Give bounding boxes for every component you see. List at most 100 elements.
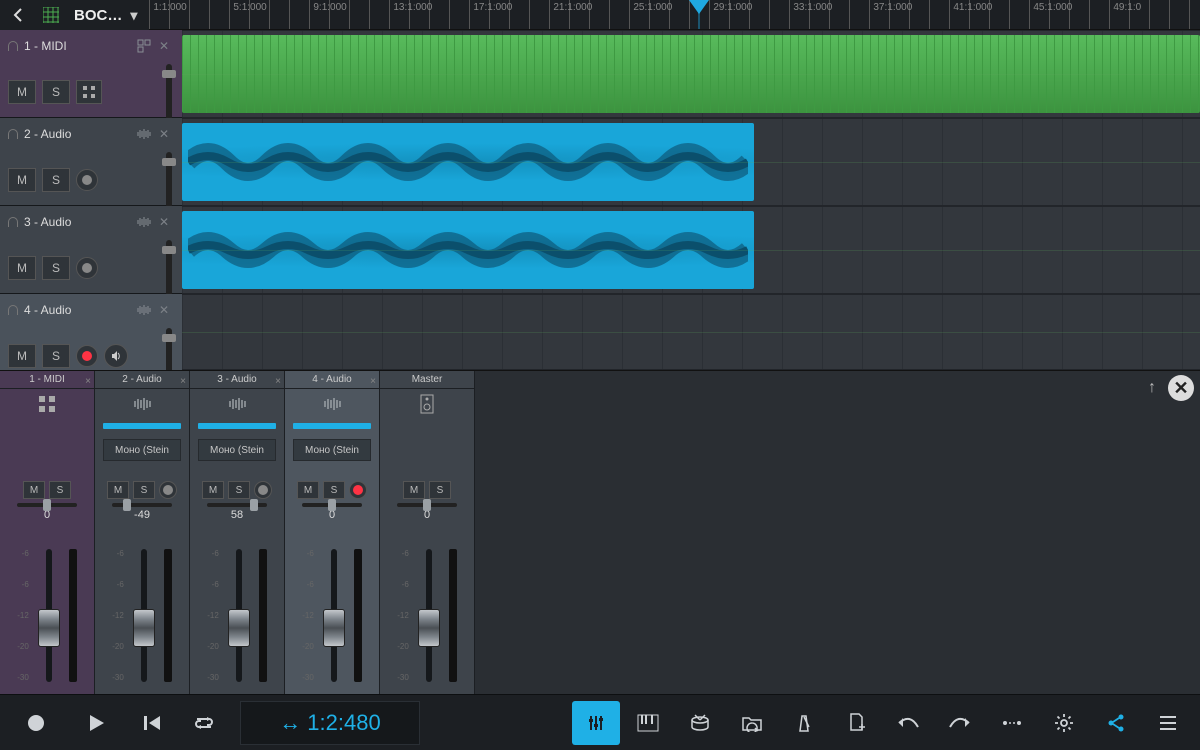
arm-record-button[interactable] (76, 169, 98, 191)
mixer-channel[interactable]: 1 - MIDI× M S 0 -6-6-12-20-30 (0, 371, 95, 694)
mixer-channel[interactable]: 3 - Audio× Моно (Stein M S 58 -6-6-12-20… (190, 371, 285, 694)
waveform-icon[interactable] (134, 124, 154, 144)
solo-button[interactable]: S (323, 481, 345, 499)
loop-button[interactable] (180, 701, 228, 745)
track-volume-slider[interactable] (166, 240, 172, 296)
track-header[interactable]: 4 - Audio ✕ M S (0, 294, 182, 382)
mixer-view-button[interactable] (572, 701, 620, 745)
mute-button[interactable]: M (403, 481, 425, 499)
volume-fader[interactable] (35, 549, 63, 682)
settings-button[interactable] (1040, 701, 1088, 745)
piano-button[interactable] (624, 701, 672, 745)
close-icon[interactable]: ✕ (154, 300, 174, 320)
ruler-label: 21:1:000 (553, 2, 592, 13)
time-position-display[interactable]: ↔ 1:2:480 (240, 701, 420, 745)
solo-button[interactable]: S (42, 344, 70, 368)
pan-slider[interactable] (397, 503, 457, 507)
solo-button[interactable]: S (42, 80, 70, 104)
send-label[interactable]: Моно (Stein (103, 439, 181, 461)
send-label[interactable]: Моно (Stein (198, 439, 276, 461)
mute-button[interactable]: M (8, 168, 36, 192)
close-icon[interactable]: × (370, 373, 376, 391)
mixer-channel[interactable]: 4 - Audio× Моно (Stein M S 0 -6-6-12-20-… (285, 371, 380, 694)
metronome-button[interactable] (780, 701, 828, 745)
solo-button[interactable]: S (42, 168, 70, 192)
mixer-channel[interactable]: 2 - Audio× Моно (Stein M S -49 -6-6-12-2… (95, 371, 190, 694)
arm-record-button[interactable] (76, 345, 98, 367)
solo-button[interactable]: S (228, 481, 250, 499)
drums-button[interactable] (676, 701, 724, 745)
record-button[interactable] (8, 701, 64, 745)
timeline-ruler[interactable]: 1:1:0005:1:0009:1:00013:1:00017:1:00021:… (149, 0, 1200, 30)
send-label[interactable]: Моно (Stein (293, 439, 371, 461)
close-icon[interactable]: × (85, 373, 91, 391)
qr-icon[interactable] (134, 36, 154, 56)
redo-button[interactable] (936, 701, 984, 745)
share-button[interactable] (1092, 701, 1140, 745)
back-button[interactable] (0, 0, 36, 30)
mute-button[interactable]: M (8, 256, 36, 280)
volume-fader[interactable] (415, 549, 443, 682)
headphone-icon (8, 217, 18, 227)
pan-slider[interactable] (302, 503, 362, 507)
pan-slider[interactable] (112, 503, 172, 507)
close-icon[interactable]: × (180, 373, 186, 391)
volume-fader[interactable] (225, 549, 253, 682)
arm-record-button[interactable] (76, 257, 98, 279)
track-lanes[interactable] (182, 30, 1200, 370)
mute-button[interactable]: M (297, 481, 319, 499)
chevron-down-icon: ▾ (130, 7, 137, 24)
close-icon[interactable]: ✕ (154, 36, 174, 56)
audio-clip[interactable] (182, 123, 754, 201)
mute-button[interactable]: M (23, 481, 45, 499)
browser-button[interactable] (728, 701, 776, 745)
track-header[interactable]: 1 - MIDI ✕ M S (0, 30, 182, 118)
project-title-dropdown[interactable]: BOC… ▾ (66, 0, 145, 30)
track-header[interactable]: 3 - Audio ✕ M S (0, 206, 182, 294)
track-header[interactable]: 2 - Audio ✕ M S (0, 118, 182, 206)
close-icon[interactable]: × (275, 373, 281, 391)
insert-slot[interactable] (198, 423, 276, 429)
undo-button[interactable] (884, 701, 932, 745)
audio-clip[interactable] (182, 211, 754, 289)
solo-button[interactable]: S (42, 256, 70, 280)
volume-fader[interactable] (130, 549, 158, 682)
add-track-button[interactable] (832, 701, 880, 745)
track-volume-slider[interactable] (166, 152, 172, 208)
monitor-icon[interactable] (104, 344, 128, 368)
arm-record-button[interactable] (349, 481, 367, 499)
midi-clip[interactable] (182, 35, 1200, 113)
db-scale: -6-6-12-20-30 (397, 549, 409, 682)
menu-button[interactable] (1144, 701, 1192, 745)
solo-button[interactable]: S (133, 481, 155, 499)
arm-record-button[interactable] (254, 481, 272, 499)
track-volume-slider[interactable] (166, 64, 172, 120)
volume-fader[interactable] (320, 549, 348, 682)
mute-button[interactable]: M (8, 344, 36, 368)
expand-up-icon[interactable]: ↑ (1148, 379, 1156, 397)
insert-slot[interactable] (293, 423, 371, 429)
ruler-label: 33:1:000 (793, 2, 832, 13)
mixer-channel[interactable]: Master M S 0 -6-6-12-20-30 (380, 371, 475, 694)
pan-slider[interactable] (17, 503, 77, 507)
solo-button[interactable]: S (429, 481, 451, 499)
mute-button[interactable]: M (8, 80, 36, 104)
level-meter (354, 549, 362, 682)
close-icon[interactable]: ✕ (154, 212, 174, 232)
play-button[interactable] (68, 701, 124, 745)
rewind-button[interactable] (128, 701, 176, 745)
marker-button[interactable] (988, 701, 1036, 745)
mute-button[interactable]: M (202, 481, 224, 499)
pan-slider[interactable] (207, 503, 267, 507)
grid-icon[interactable] (36, 0, 66, 30)
pattern-icon[interactable] (76, 80, 102, 104)
close-icon[interactable]: ✕ (154, 124, 174, 144)
insert-slot[interactable] (103, 423, 181, 429)
waveform-icon[interactable] (134, 300, 154, 320)
playhead-marker[interactable] (689, 0, 709, 14)
waveform-icon[interactable] (134, 212, 154, 232)
arm-record-button[interactable] (159, 481, 177, 499)
mute-button[interactable]: M (107, 481, 129, 499)
close-mixer-button[interactable]: ✕ (1168, 375, 1194, 401)
solo-button[interactable]: S (49, 481, 71, 499)
